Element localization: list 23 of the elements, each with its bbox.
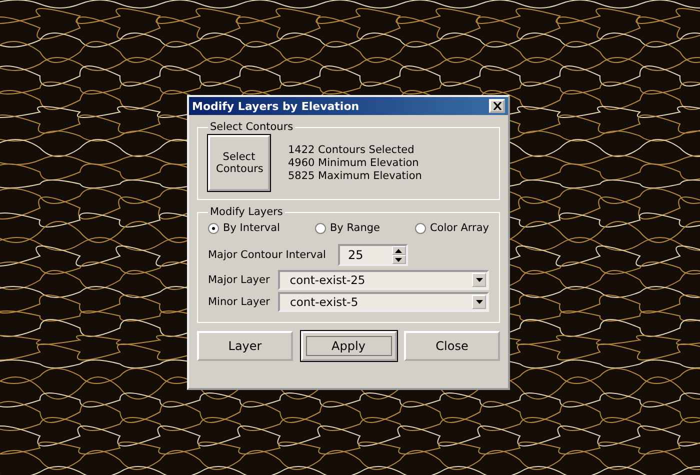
dialog-button[interactable]: Layer: [197, 331, 293, 361]
group-label: Select Contours: [209, 121, 294, 133]
dialog-button[interactable]: Close: [404, 331, 500, 361]
dialog-button[interactable]: Apply: [300, 331, 396, 361]
close-button[interactable]: [489, 99, 505, 113]
window-title: Modify Layers by Elevation: [192, 100, 360, 112]
select-contours-button[interactable]: Select Contours: [208, 135, 270, 191]
radio-option[interactable]: By Interval: [208, 222, 280, 234]
radio-option[interactable]: By Range: [314, 222, 380, 234]
group-label: Modify Layers: [209, 206, 284, 218]
field-label: Major Layer: [208, 274, 270, 286]
info-text: 4960 Minimum Elevation: [288, 156, 420, 170]
info-text: 1422 Contours Selected: [288, 144, 416, 156]
layer-dropdown[interactable]: cont-exist-5: [278, 292, 489, 312]
radio-option[interactable]: Color Array: [414, 222, 489, 234]
layer-dropdown[interactable]: cont-exist-25: [278, 270, 489, 290]
interval-spinner[interactable]: 25: [338, 244, 408, 266]
close-icon: [492, 102, 502, 110]
spin-down-icon[interactable]: [392, 255, 406, 264]
field-label: Major Contour Interval: [208, 249, 326, 261]
spin-up-icon[interactable]: [392, 246, 406, 255]
field-label: Minor Layer: [208, 296, 270, 308]
info-text: 5825 Maximum Elevation: [288, 170, 422, 182]
